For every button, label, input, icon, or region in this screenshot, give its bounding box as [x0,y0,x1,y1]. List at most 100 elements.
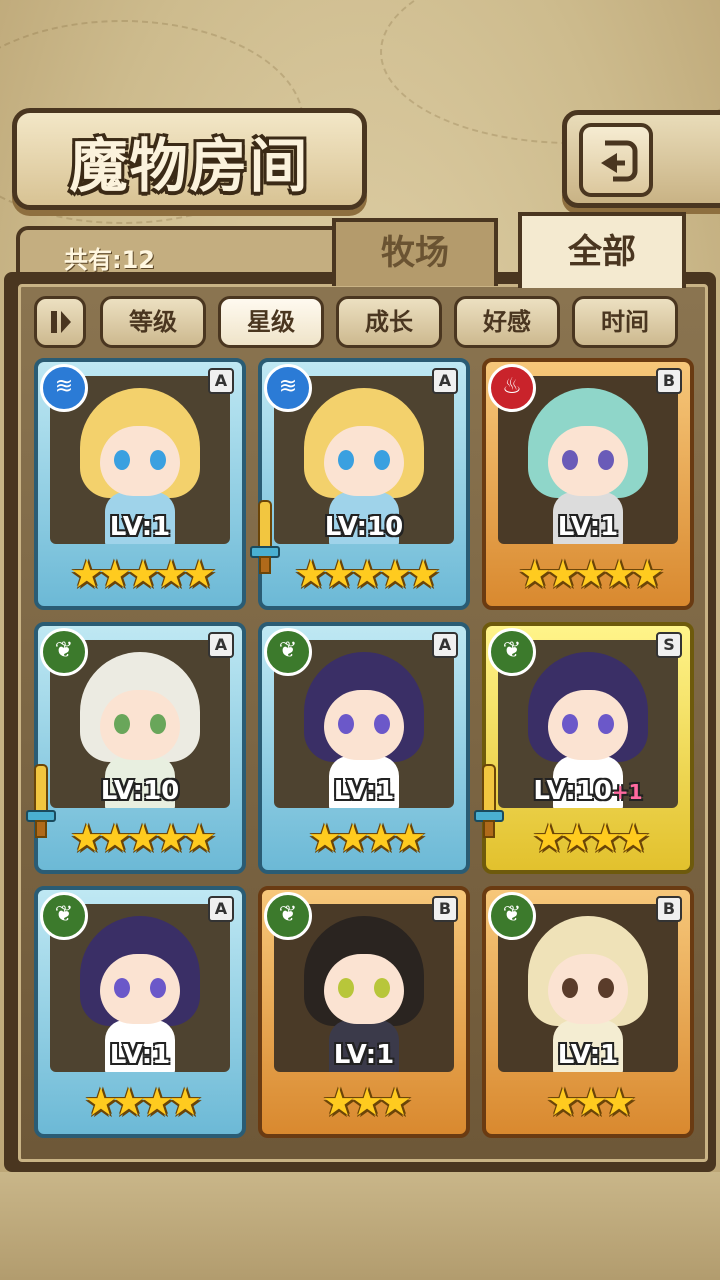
monster-eye [150,978,166,998]
monster-face [548,954,628,1024]
level-value: LV:1 [109,1040,171,1070]
star-icon: ★ [588,816,622,860]
monster-face [324,426,404,496]
star-rating: ★★★★★ [486,552,690,596]
monster-eye [374,714,390,734]
leaf-element-icon: ❦ [40,892,88,940]
level-value: LV:1 [333,776,395,806]
level-value: LV:1 [557,1040,619,1070]
monster-eye [374,450,390,470]
monster-card[interactable]: ≋ A LV:10 ★★★★★ [250,358,470,610]
star-rating: ★★★★★ [38,816,242,860]
star-rating: ★★★★ [38,1080,242,1124]
level-value: LV:1 [333,1040,395,1070]
star-icon: ★ [573,1080,608,1124]
star-icon: ★ [168,1080,202,1124]
sword-blade [34,764,48,816]
monster-card[interactable]: ❦ A LV:1 ★★★★ [34,886,246,1138]
level-value: LV:10 [100,776,180,806]
monster-face [548,426,628,496]
monster-card[interactable]: ❦ B LV:1 ★★★ [258,886,470,1138]
title-plate: 魔物房间 [12,108,367,210]
rank-badge: B [432,896,458,922]
star-icon: ★ [349,1080,384,1124]
star-icon: ★ [573,552,608,596]
monster-face [548,690,628,760]
sword-equipped-icon [250,500,280,574]
monster-eye [374,978,390,998]
rank-badge: A [208,632,234,658]
monster-eye [338,450,354,470]
monster-eye [114,714,130,734]
star-icon: ★ [517,552,552,596]
star-icon: ★ [321,1080,356,1124]
monster-eye [114,450,130,470]
level-label: LV:10 [262,512,466,542]
star-icon: ★ [531,816,566,860]
monster-eye [562,450,578,470]
star-icon: ★ [630,552,664,596]
star-icon: ★ [559,816,594,860]
monster-eye [598,978,614,998]
star-icon: ★ [140,1080,174,1124]
monster-eye [150,450,166,470]
tab-ranch[interactable]: 牧场 [332,218,498,286]
sort-level-button[interactable]: 等级 [100,296,206,348]
sort-affection-button[interactable]: 好感 [454,296,560,348]
sort-order-button[interactable] [34,296,86,348]
monster-card[interactable]: ❦ B LV:1 ★★★ [482,886,694,1138]
level-label: LV:1 [38,1040,242,1070]
monster-eye [562,978,578,998]
sort-time-button[interactable]: 时间 [572,296,678,348]
sword-blade [258,500,272,552]
monster-card[interactable]: ≋ A LV:1 ★★★★★ [34,358,246,610]
level-value: LV:1 [557,512,619,542]
star-icon: ★ [378,552,412,596]
fire-element-icon: ♨ [488,364,536,412]
star-rating: ★★★★★ [38,552,242,596]
monster-card[interactable]: ❦ A LV:1 ★★★★ [258,622,470,874]
sort-order-icon [51,311,71,333]
back-arrow-icon [601,140,638,182]
monster-face [100,426,180,496]
sort-star-button[interactable]: 星级 [218,296,324,348]
sword-equipped-icon [26,764,56,838]
leaf-element-icon: ❦ [264,628,312,676]
star-icon: ★ [125,552,160,596]
monster-eye [114,978,130,998]
bottom-decoration [0,1172,720,1280]
level-label: LV:1 [262,1040,466,1070]
monster-card[interactable]: ❦ S LV:10+1 ★★★★ [474,622,694,874]
water-element-icon: ≋ [40,364,88,412]
monster-eye [338,978,354,998]
star-icon: ★ [69,816,104,860]
star-icon: ★ [406,552,440,596]
level-label: LV:1 [486,512,690,542]
star-icon: ★ [364,816,398,860]
star-icon: ★ [545,1080,580,1124]
rank-badge: A [208,896,234,922]
star-icon: ★ [182,552,216,596]
star-rating: ★★★ [486,1080,690,1124]
sort-growth-button[interactable]: 成长 [336,296,442,348]
rank-badge: A [208,368,234,394]
star-icon: ★ [392,816,426,860]
level-label: LV:1 [486,1040,690,1070]
rank-badge: A [432,368,458,394]
rank-badge: B [656,896,682,922]
sword-hilt [35,820,47,838]
star-icon: ★ [97,552,132,596]
monster-card[interactable]: ♨ B LV:1 ★★★★★ [482,358,694,610]
leaf-element-icon: ❦ [488,892,536,940]
back-button[interactable] [579,123,653,197]
level-value: LV:10 [533,776,612,806]
monster-room-screen: 魔物房间 共有:12 牧场 全部 等级 星级 成长 好感 时间 ≋ A LV:1 ★ [0,0,720,1280]
star-icon: ★ [335,816,370,860]
tab-all[interactable]: 全部 [518,212,686,288]
sword-hilt [259,556,271,574]
star-icon: ★ [307,816,342,860]
monster-face [324,954,404,1024]
monster-eye [150,714,166,734]
star-rating: ★★★★ [486,816,690,860]
monster-card[interactable]: ❦ A LV:10 ★★★★★ [26,622,246,874]
